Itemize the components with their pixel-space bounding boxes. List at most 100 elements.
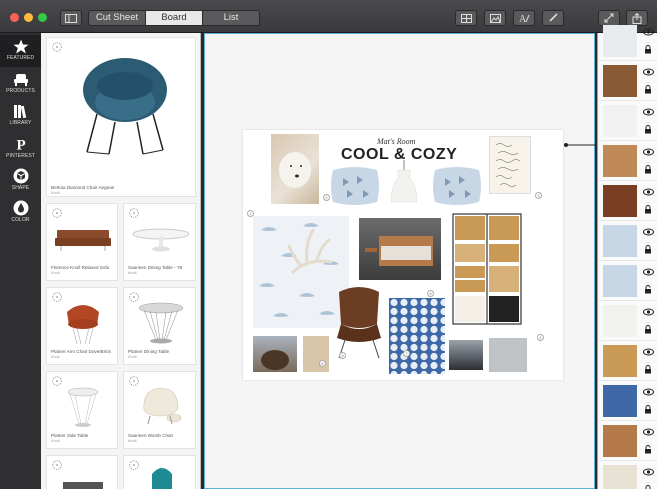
lock-icon[interactable] xyxy=(644,325,652,334)
visibility-eye-icon[interactable] xyxy=(643,148,654,156)
sidebar-item-featured[interactable]: FEATURED xyxy=(0,35,41,67)
layer-thumbnail xyxy=(603,425,637,457)
polar-bear-image[interactable] xyxy=(271,134,319,204)
hotspot-marker[interactable]: 6 xyxy=(427,290,434,297)
lock-icon[interactable] xyxy=(644,125,652,134)
product-card[interactable]: Florence Knoll Relaxed Sofa Knoll xyxy=(46,203,118,281)
move-icon[interactable] xyxy=(129,460,139,470)
hotspot-marker[interactable]: 2 xyxy=(323,194,330,201)
lock-icon[interactable] xyxy=(644,165,652,174)
visibility-eye-icon[interactable] xyxy=(643,348,654,356)
product-card[interactable] xyxy=(123,455,196,489)
lock-icon[interactable] xyxy=(644,205,652,214)
visibility-eye-icon[interactable] xyxy=(643,228,654,236)
product-card[interactable] xyxy=(46,455,118,489)
sidebar-item-products[interactable]: PRODUCTS xyxy=(0,69,41,97)
add-text-button[interactable]: A xyxy=(513,10,535,26)
hotspot-marker[interactable]: 8 xyxy=(319,360,326,367)
zoom-window-button[interactable] xyxy=(38,13,47,22)
layer-row[interactable] xyxy=(598,261,657,301)
lock-icon[interactable] xyxy=(644,85,652,94)
bear-photo-image[interactable] xyxy=(253,336,297,372)
product-card[interactable]: Saarinen Womb Chair Knoll xyxy=(123,371,196,449)
visibility-eye-icon[interactable] xyxy=(643,28,654,36)
visibility-eye-icon[interactable] xyxy=(643,308,654,316)
typography-poster-image[interactable] xyxy=(489,136,531,194)
hotspot-marker[interactable]: 5 xyxy=(339,352,346,359)
layer-row[interactable] xyxy=(598,61,657,101)
sidebar-item-color[interactable]: COLOR xyxy=(0,197,41,225)
product-card[interactable]: Platner Side Table Knoll xyxy=(46,371,118,449)
move-icon[interactable] xyxy=(129,208,139,218)
visibility-eye-icon[interactable] xyxy=(643,68,654,76)
sidebar-item-library[interactable]: LIBRARY xyxy=(0,101,41,129)
layer-row[interactable] xyxy=(598,461,657,489)
product-card-featured[interactable]: Bertoia Diamond Chair Aegean Knoll xyxy=(46,37,196,197)
hexagon-tile-swatch-image[interactable] xyxy=(389,298,445,374)
sidebar-item-shape[interactable]: SHAPE xyxy=(0,165,41,193)
driftwood-image[interactable] xyxy=(303,336,329,372)
moodboard-sheet[interactable]: Mat's Room COOL & COZY 1 2 3 4 5 6 7 8 xyxy=(243,130,563,380)
lock-icon[interactable] xyxy=(644,45,652,54)
landscape-photo-image[interactable] xyxy=(449,340,483,370)
product-card[interactable]: Platner Dining Table Knoll xyxy=(123,287,196,365)
lock-icon[interactable] xyxy=(644,485,652,489)
hotspot-marker[interactable]: 7 xyxy=(403,350,410,357)
minimize-window-button[interactable] xyxy=(24,13,33,22)
layer-row[interactable] xyxy=(598,421,657,461)
visibility-eye-icon[interactable] xyxy=(643,468,654,476)
lock-icon[interactable] xyxy=(644,445,652,454)
toggle-sidebar-button[interactable] xyxy=(60,10,82,26)
layer-row[interactable] xyxy=(598,181,657,221)
product-card[interactable]: Saarinen Dining Table - 78 Knoll xyxy=(123,203,196,281)
visibility-eye-icon[interactable] xyxy=(643,268,654,276)
board-subtitle[interactable]: Mat's Room xyxy=(377,137,415,146)
layer-row[interactable] xyxy=(598,301,657,341)
antler-image[interactable] xyxy=(283,222,339,282)
lock-icon[interactable] xyxy=(644,245,652,254)
tulip-chair-image xyxy=(152,468,172,489)
layer-row[interactable] xyxy=(598,141,657,181)
layer-row[interactable] xyxy=(598,381,657,421)
add-image-button[interactable] xyxy=(484,10,506,26)
hotspot-marker[interactable]: 1 xyxy=(247,210,254,217)
tab-board[interactable]: Board xyxy=(146,11,203,25)
side-table-image xyxy=(67,387,99,427)
visibility-eye-icon[interactable] xyxy=(643,388,654,396)
lock-icon[interactable] xyxy=(644,285,652,294)
sidebar-item-pinterest[interactable]: P PINTEREST xyxy=(0,133,41,161)
pillow-image[interactable] xyxy=(431,164,483,208)
sidebar-item-label: PINTEREST xyxy=(6,153,35,159)
visibility-eye-icon[interactable] xyxy=(643,428,654,436)
move-icon[interactable] xyxy=(52,42,62,52)
tab-cut-sheet[interactable]: Cut Sheet xyxy=(89,11,146,25)
move-icon[interactable] xyxy=(52,460,62,470)
layer-row[interactable] xyxy=(598,21,657,61)
leather-chair-image[interactable] xyxy=(331,284,387,360)
visibility-eye-icon[interactable] xyxy=(643,188,654,196)
lock-icon[interactable] xyxy=(644,405,652,414)
grid-view-button[interactable] xyxy=(455,10,477,26)
layer-row[interactable] xyxy=(598,221,657,261)
layer-row[interactable] xyxy=(598,101,657,141)
hotspot-marker[interactable]: 3 xyxy=(535,192,542,199)
tab-list[interactable]: List xyxy=(203,11,259,25)
product-brand: Knoll xyxy=(51,439,60,443)
storage-unit-image[interactable] xyxy=(451,212,523,330)
visibility-eye-icon[interactable] xyxy=(643,108,654,116)
draw-button[interactable] xyxy=(542,10,564,26)
product-card[interactable]: Platner Arm Chair Dove/Brick Knoll xyxy=(46,287,118,365)
close-window-button[interactable] xyxy=(10,13,19,22)
board-canvas[interactable]: Mat's Room COOL & COZY 1 2 3 4 5 6 7 8 xyxy=(204,33,596,489)
layer-row[interactable] xyxy=(598,341,657,381)
move-icon[interactable] xyxy=(52,208,62,218)
move-icon[interactable] xyxy=(52,376,62,386)
pillow-image[interactable] xyxy=(329,164,381,208)
textile-swatch-image[interactable] xyxy=(489,338,527,372)
hotspot-marker[interactable]: 4 xyxy=(537,334,544,341)
pendant-lamp-image[interactable] xyxy=(389,160,419,214)
lock-icon[interactable] xyxy=(644,365,652,374)
image-icon xyxy=(489,13,501,23)
poster-scribbles xyxy=(495,143,521,187)
bedroom-photo-image[interactable] xyxy=(359,218,441,280)
